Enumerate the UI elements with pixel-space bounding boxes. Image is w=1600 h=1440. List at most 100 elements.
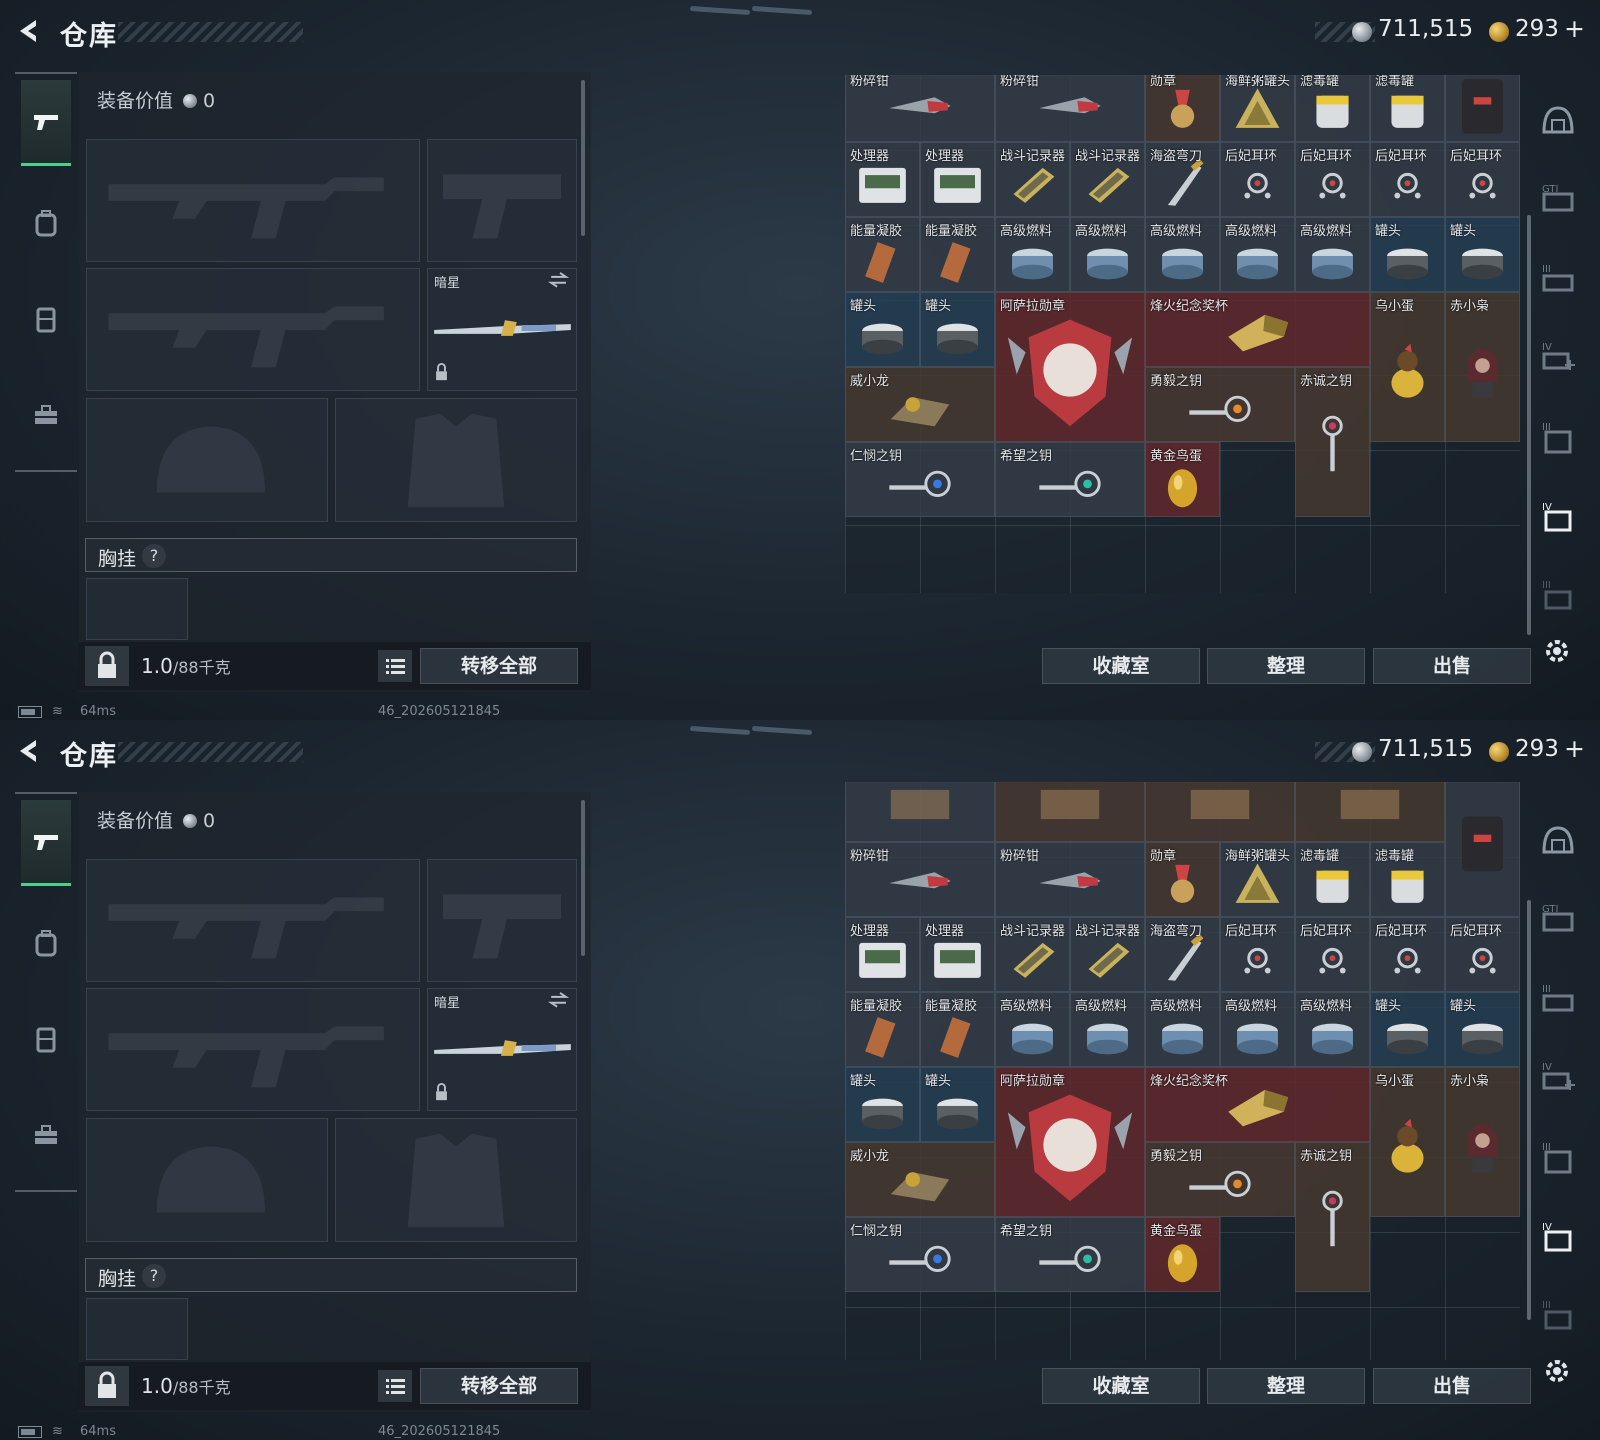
melee-slot[interactable]: 暗星 — [427, 988, 577, 1111]
stash-item[interactable]: 希望之钥 — [995, 442, 1145, 517]
chest-rig-slot[interactable] — [86, 1298, 188, 1360]
stash-item[interactable]: 能量凝胶 — [920, 217, 995, 292]
sell-button[interactable]: 出售 — [1373, 648, 1531, 684]
stash-item[interactable]: 高级燃料 — [1295, 992, 1370, 1067]
backpack-tier3-icon[interactable]: III — [1538, 1296, 1578, 1336]
stash-item[interactable]: 粉碎钳 — [995, 842, 1145, 917]
tab-toolbox[interactable] — [21, 372, 71, 458]
stash-item[interactable]: 处理器 — [920, 917, 995, 992]
stash-item[interactable]: 赤诚之钥 — [1295, 367, 1370, 517]
chest-rig-slot[interactable] — [86, 578, 188, 640]
armor-slot[interactable] — [335, 1118, 577, 1242]
pistol-slot[interactable] — [427, 139, 577, 262]
stash-item[interactable]: 罐头 — [1445, 217, 1520, 292]
equipment-scrollbar[interactable] — [581, 80, 585, 236]
sort-button[interactable]: 整理 — [1207, 1368, 1365, 1404]
stash-item[interactable]: 烽火纪念奖杯 — [1145, 292, 1370, 367]
stash-item[interactable]: 滤毒罐 — [1295, 75, 1370, 142]
stash-item[interactable]: 处理器 — [845, 917, 920, 992]
stash-item[interactable]: 海鲜粥罐头 — [1220, 842, 1295, 917]
tab-rig[interactable] — [21, 276, 71, 362]
stash-item[interactable]: 勋章 — [1145, 75, 1220, 142]
collection-room-button[interactable]: 收藏室 — [1042, 648, 1200, 684]
stash-item[interactable]: 海盗弯刀 — [1145, 917, 1220, 992]
help-icon[interactable]: ? — [142, 544, 166, 568]
chest-rig-bar[interactable]: 胸挂 ? — [85, 1258, 577, 1292]
rig-tier4-icon[interactable]: IV — [1538, 498, 1578, 538]
tab-toolbox[interactable] — [21, 1092, 71, 1178]
stash-item[interactable]: 高级燃料 — [1220, 992, 1295, 1067]
back-arrow-icon[interactable] — [14, 736, 44, 766]
stash-item[interactable]: 乌小蛋 — [1370, 292, 1445, 442]
stash-item[interactable]: 能量凝胶 — [920, 992, 995, 1067]
stash-item[interactable]: 黄金鸟蛋 — [1145, 1217, 1220, 1292]
swap-icon[interactable] — [547, 272, 570, 288]
chest-rig-bar[interactable]: 胸挂 ? — [85, 538, 577, 572]
stash-item[interactable]: 仁悯之钥 — [845, 1217, 995, 1292]
stash-item[interactable]: 阿萨拉勋章 — [995, 292, 1145, 442]
rig-tier3-icon[interactable]: III — [1538, 418, 1578, 458]
back-arrow-icon[interactable] — [14, 16, 44, 46]
swap-icon[interactable] — [547, 992, 570, 1008]
backpack-tier3-icon[interactable]: III — [1538, 576, 1578, 616]
settings-gear-icon[interactable] — [1540, 634, 1574, 668]
armor-tier3-icon[interactable]: III — [1538, 260, 1578, 300]
stash-item[interactable] — [845, 782, 995, 842]
stash-item[interactable]: 后妃耳环 — [1220, 142, 1295, 217]
stash-item[interactable]: 战斗记录器 — [1070, 142, 1145, 217]
stash-item[interactable]: 后妃耳环 — [1445, 917, 1520, 992]
armor-slot[interactable] — [335, 398, 577, 522]
stash-item[interactable]: 罐头 — [920, 1067, 995, 1142]
armor-gti-icon[interactable]: GTI — [1538, 900, 1578, 940]
stash-item[interactable]: 高级燃料 — [1070, 217, 1145, 292]
settings-gear-icon[interactable] — [1540, 1354, 1574, 1388]
lock-toggle[interactable] — [85, 1366, 129, 1406]
stash-item[interactable]: 赤诚之钥 — [1295, 1142, 1370, 1292]
stash-item[interactable]: 战斗记录器 — [1070, 917, 1145, 992]
stash-item[interactable] — [1295, 782, 1445, 842]
stash-item[interactable]: 后妃耳环 — [1445, 142, 1520, 217]
stash-item[interactable] — [995, 782, 1145, 842]
stash-item[interactable]: 乌小蛋 — [1370, 1067, 1445, 1217]
transfer-all-button[interactable]: 转移全部 — [420, 1368, 578, 1404]
stash-item[interactable]: 高级燃料 — [1295, 217, 1370, 292]
stash-item[interactable]: 处理器 — [845, 142, 920, 217]
stash-item[interactable]: 罐头 — [1370, 992, 1445, 1067]
stash-item[interactable]: 高级燃料 — [995, 217, 1070, 292]
stash-item[interactable]: 高级燃料 — [1145, 992, 1220, 1067]
stash-item[interactable]: 赤小枭 — [1445, 1067, 1520, 1217]
add-gold-button[interactable]: + — [1564, 734, 1585, 763]
stash-item[interactable]: 滤毒罐 — [1295, 842, 1370, 917]
transfer-all-button[interactable]: 转移全部 — [420, 648, 578, 684]
stash-item[interactable]: 后妃耳环 — [1370, 917, 1445, 992]
helmet-tier-icon[interactable] — [1538, 820, 1578, 860]
primary-weapon-slot[interactable] — [86, 139, 420, 262]
helmet-slot[interactable] — [86, 398, 328, 522]
stash-item[interactable]: 粉碎钳 — [995, 75, 1145, 142]
stash-item[interactable]: 处理器 — [920, 142, 995, 217]
stash-item[interactable]: 勋章 — [1145, 842, 1220, 917]
stash-item[interactable]: 勇毅之钥 — [1145, 367, 1295, 442]
add-gold-button[interactable]: + — [1564, 14, 1585, 43]
stash-item[interactable]: 战斗记录器 — [995, 142, 1070, 217]
primary-weapon-slot[interactable] — [86, 859, 420, 982]
armor-tier3-icon[interactable]: III — [1538, 980, 1578, 1020]
rig-tier4-icon[interactable]: IV — [1538, 1218, 1578, 1258]
rig-tier3-icon[interactable]: III — [1538, 1138, 1578, 1178]
stash-item[interactable]: 勇毅之钥 — [1145, 1142, 1295, 1217]
stash-item[interactable] — [1445, 75, 1520, 142]
tab-backpack[interactable] — [21, 900, 71, 986]
stash-item[interactable]: 罐头 — [1445, 992, 1520, 1067]
stash-scrollbar[interactable] — [1527, 900, 1531, 1320]
help-icon[interactable]: ? — [142, 1264, 166, 1288]
stash-item[interactable]: 威小龙 — [845, 1142, 995, 1217]
list-view-button[interactable] — [378, 650, 412, 682]
stash-item[interactable]: 威小龙 — [845, 367, 995, 442]
stash-item[interactable]: 高级燃料 — [1220, 217, 1295, 292]
tab-weapons[interactable] — [21, 80, 71, 166]
stash-item[interactable]: 阿萨拉勋章 — [995, 1067, 1145, 1217]
stash-item[interactable]: 后妃耳环 — [1295, 917, 1370, 992]
stash-item[interactable]: 滤毒罐 — [1370, 75, 1445, 142]
stash-item[interactable]: 高级燃料 — [995, 992, 1070, 1067]
stash-scrollbar[interactable] — [1527, 215, 1531, 635]
